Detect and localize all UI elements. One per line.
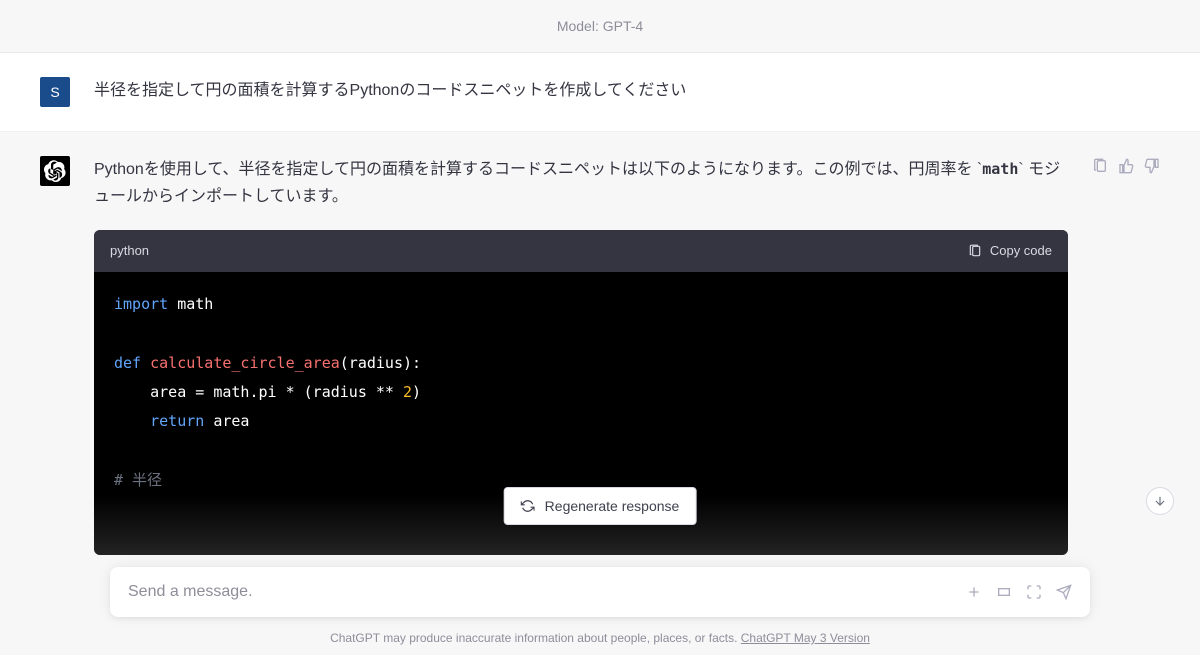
footer-text: ChatGPT may produce inaccurate informati… <box>330 631 741 645</box>
copy-code-label: Copy code <box>990 240 1052 262</box>
user-avatar: S <box>40 77 70 107</box>
user-avatar-letter: S <box>50 84 59 100</box>
code-language-label: python <box>110 240 149 262</box>
assistant-inline-code: math <box>982 160 1018 178</box>
copy-message-button[interactable] <box>1092 158 1108 555</box>
refresh-icon <box>521 499 535 513</box>
openai-logo-icon <box>44 160 66 182</box>
send-button[interactable] <box>1056 584 1072 600</box>
arrow-down-icon <box>1153 494 1167 508</box>
expand-button[interactable] <box>1026 584 1042 600</box>
code-header: python Copy code <box>94 230 1068 272</box>
message-input[interactable] <box>128 583 966 601</box>
send-icon <box>1056 584 1072 600</box>
scroll-down-button[interactable] <box>1146 487 1174 515</box>
expand-icon <box>1026 584 1042 600</box>
user-message-row: S 半径を指定して円の面積を計算するPythonのコードスニペットを作成してくだ… <box>0 53 1200 132</box>
regenerate-button[interactable]: Regenerate response <box>504 487 697 525</box>
add-button[interactable] <box>966 584 982 600</box>
version-link[interactable]: ChatGPT May 3 Version <box>741 631 870 645</box>
thumbs-up-button[interactable] <box>1118 158 1134 555</box>
window-button[interactable] <box>996 584 1012 600</box>
rectangle-icon <box>996 584 1012 600</box>
message-input-area <box>110 567 1090 617</box>
clipboard-icon <box>968 244 982 258</box>
copy-code-button[interactable]: Copy code <box>968 240 1052 262</box>
model-header: Model: GPT-4 <box>0 0 1200 53</box>
user-message-text: 半径を指定して円の面積を計算するPythonのコードスニペットを作成してください <box>94 77 1160 107</box>
regenerate-label: Regenerate response <box>545 498 680 514</box>
thumbs-down-icon <box>1144 158 1160 174</box>
plus-icon <box>966 584 982 600</box>
assistant-avatar <box>40 156 70 186</box>
assistant-intro-pre: Pythonを使用して、半径を指定して円の面積を計算するコードスニペットは以下の… <box>94 161 982 178</box>
model-label: Model: GPT-4 <box>557 18 643 34</box>
footer-disclaimer: ChatGPT may produce inaccurate informati… <box>0 631 1200 645</box>
input-icons <box>966 584 1072 600</box>
thumbs-up-icon <box>1118 158 1134 174</box>
clipboard-icon <box>1092 158 1108 174</box>
